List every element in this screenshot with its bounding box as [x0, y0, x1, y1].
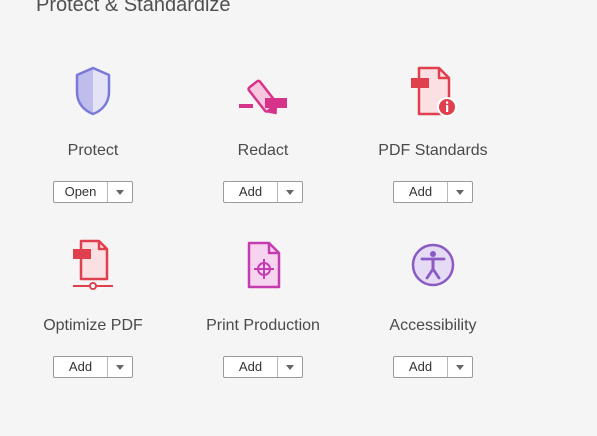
- chevron-down-icon: [456, 189, 464, 195]
- tool-label: Protect: [67, 142, 119, 159]
- section-title: Protect & Standardize: [36, 0, 231, 16]
- dropdown-toggle[interactable]: [448, 357, 472, 377]
- tool-label: PDF Standards: [378, 142, 488, 159]
- print-production-icon: [235, 239, 291, 295]
- open-split-button[interactable]: Open: [53, 181, 133, 203]
- add-button[interactable]: Add: [394, 357, 448, 377]
- add-split-button[interactable]: Add: [393, 181, 473, 203]
- tool-label: Print Production: [206, 317, 320, 334]
- dropdown-toggle[interactable]: [278, 182, 302, 202]
- add-split-button[interactable]: Add: [53, 356, 133, 378]
- redact-marker-icon: [235, 64, 291, 120]
- open-button[interactable]: Open: [54, 182, 108, 202]
- dropdown-toggle[interactable]: [108, 357, 132, 377]
- chevron-down-icon: [286, 364, 294, 370]
- add-split-button[interactable]: Add: [223, 356, 303, 378]
- dropdown-toggle[interactable]: [448, 182, 472, 202]
- chevron-down-icon: [116, 364, 124, 370]
- accessibility-icon: [405, 239, 461, 295]
- chevron-down-icon: [456, 364, 464, 370]
- pdf-standards-icon: [405, 64, 461, 120]
- chevron-down-icon: [286, 189, 294, 195]
- tool-label: Accessibility: [389, 317, 477, 334]
- shield-icon: [65, 64, 121, 120]
- add-button[interactable]: Add: [394, 182, 448, 202]
- optimize-pdf-icon: [65, 239, 121, 295]
- add-split-button[interactable]: Add: [393, 356, 473, 378]
- add-split-button[interactable]: Add: [223, 181, 303, 203]
- dropdown-toggle[interactable]: [278, 357, 302, 377]
- add-button[interactable]: Add: [54, 357, 108, 377]
- tool-label: Redact: [237, 142, 289, 159]
- add-button[interactable]: Add: [224, 357, 278, 377]
- tool-label: Optimize PDF: [43, 317, 143, 334]
- chevron-down-icon: [116, 189, 124, 195]
- dropdown-toggle[interactable]: [108, 182, 132, 202]
- add-button[interactable]: Add: [224, 182, 278, 202]
